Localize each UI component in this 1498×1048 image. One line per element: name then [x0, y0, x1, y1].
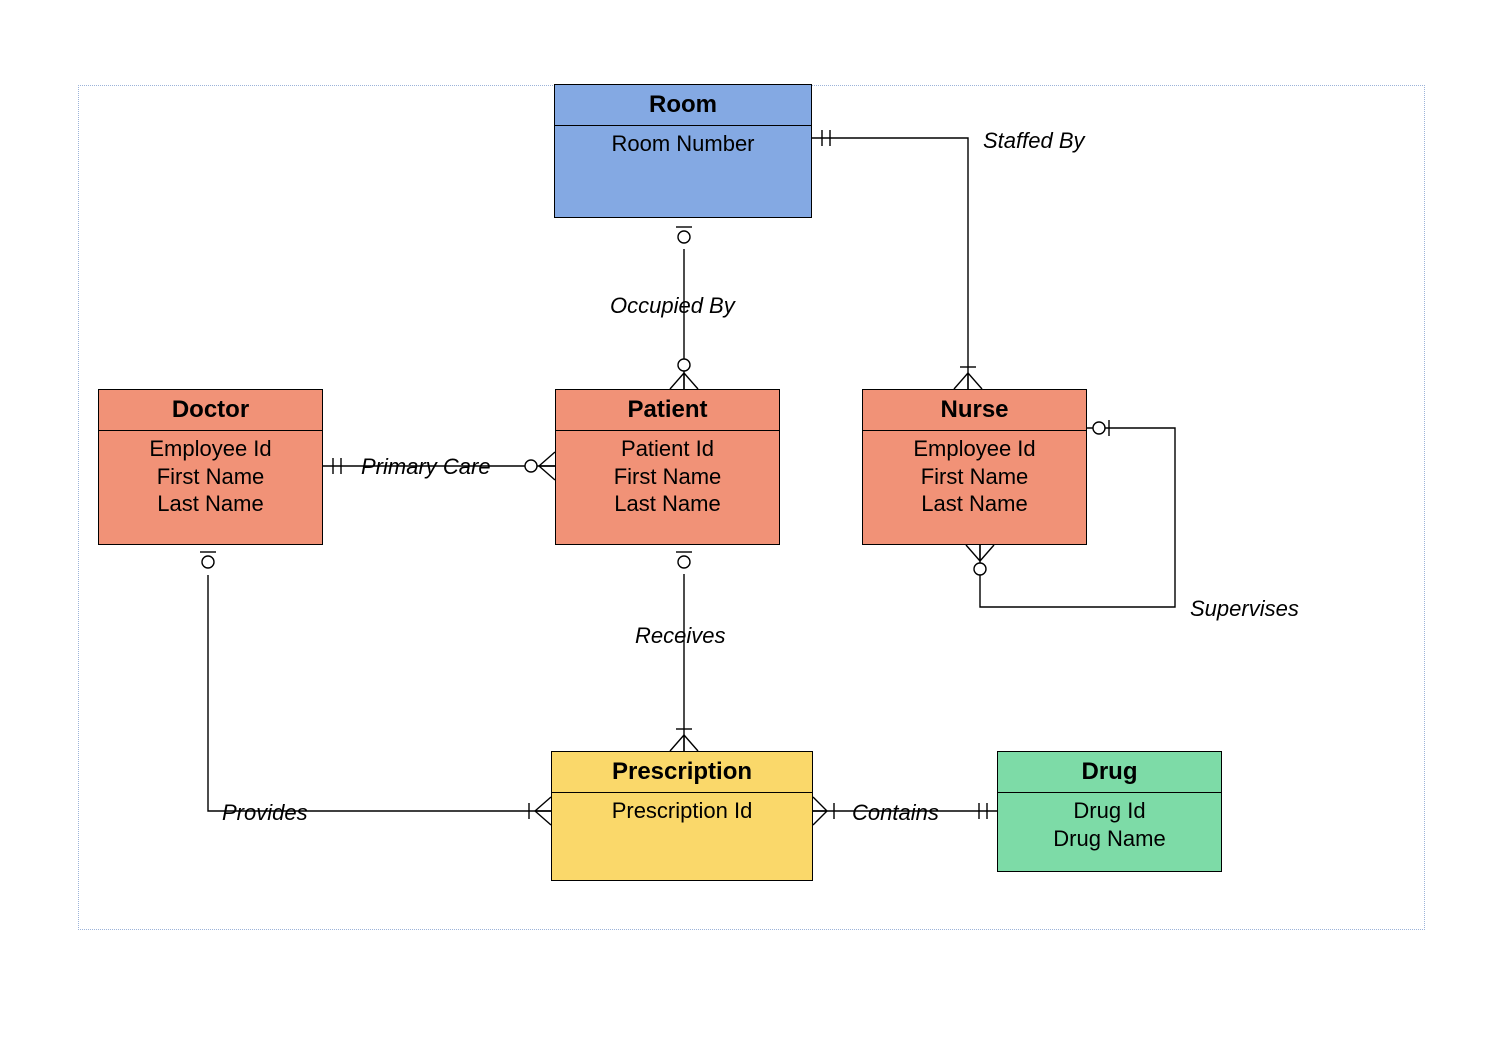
- er-diagram-canvas: Room Room Number Doctor Employee Id Firs…: [0, 0, 1498, 1048]
- rel-provides-label[interactable]: Provides: [222, 800, 308, 826]
- rel-occupied-by-label[interactable]: Occupied By: [610, 293, 735, 319]
- entity-patient-attr-2: Last Name: [568, 490, 767, 518]
- entity-room-title: Room: [555, 85, 811, 126]
- entity-doctor-attr-0: Employee Id: [111, 435, 310, 463]
- entity-patient[interactable]: Patient Patient Id First Name Last Name: [555, 389, 780, 545]
- rel-staffed-by-label[interactable]: Staffed By: [983, 128, 1085, 154]
- entity-doctor-attr-2: Last Name: [111, 490, 310, 518]
- entity-nurse-attrs: Employee Id First Name Last Name: [863, 431, 1086, 544]
- entity-doctor-attr-1: First Name: [111, 463, 310, 491]
- entity-prescription[interactable]: Prescription Prescription Id: [551, 751, 813, 881]
- entity-drug-title: Drug: [998, 752, 1221, 793]
- entity-doctor[interactable]: Doctor Employee Id First Name Last Name: [98, 389, 323, 545]
- entity-drug-attr-0: Drug Id: [1010, 797, 1209, 825]
- entity-nurse-attr-2: Last Name: [875, 490, 1074, 518]
- entity-drug-attr-1: Drug Name: [1010, 825, 1209, 853]
- entity-room-attr-0: Room Number: [567, 130, 799, 158]
- entity-patient-attr-1: First Name: [568, 463, 767, 491]
- entity-doctor-title: Doctor: [99, 390, 322, 431]
- entity-patient-attrs: Patient Id First Name Last Name: [556, 431, 779, 544]
- entity-prescription-title: Prescription: [552, 752, 812, 793]
- entity-prescription-attrs: Prescription Id: [552, 793, 812, 880]
- entity-drug[interactable]: Drug Drug Id Drug Name: [997, 751, 1222, 872]
- entity-nurse-attr-0: Employee Id: [875, 435, 1074, 463]
- entity-nurse-title: Nurse: [863, 390, 1086, 431]
- rel-contains-label[interactable]: Contains: [852, 800, 939, 826]
- rel-primary-care-label[interactable]: Primary Care: [361, 454, 491, 480]
- rel-receives-label[interactable]: Receives: [635, 623, 725, 649]
- entity-drug-attrs: Drug Id Drug Name: [998, 793, 1221, 871]
- entity-nurse[interactable]: Nurse Employee Id First Name Last Name: [862, 389, 1087, 545]
- entity-patient-title: Patient: [556, 390, 779, 431]
- entity-room-attrs: Room Number: [555, 126, 811, 217]
- entity-room[interactable]: Room Room Number: [554, 84, 812, 218]
- entity-patient-attr-0: Patient Id: [568, 435, 767, 463]
- entity-nurse-attr-1: First Name: [875, 463, 1074, 491]
- entity-doctor-attrs: Employee Id First Name Last Name: [99, 431, 322, 544]
- rel-supervises-label[interactable]: Supervises: [1190, 596, 1299, 622]
- entity-prescription-attr-0: Prescription Id: [564, 797, 800, 825]
